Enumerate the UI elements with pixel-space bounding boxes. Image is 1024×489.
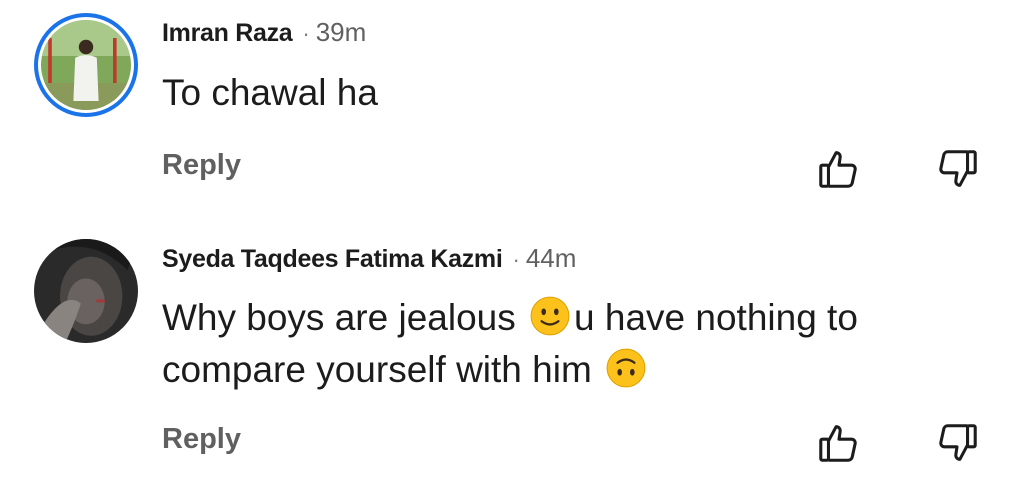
timestamp: 44m xyxy=(525,243,577,273)
comment-text: To chawal ha xyxy=(162,72,378,113)
upside-down-face-icon xyxy=(606,348,646,388)
thumbs-up-outline-icon xyxy=(819,425,857,462)
separator-dot: · xyxy=(512,247,520,272)
timestamp: 39m xyxy=(315,17,367,47)
separator-dot: · xyxy=(302,21,310,46)
like-button[interactable] xyxy=(816,420,862,466)
comment-text: Why boys are jealous u have nothing to c… xyxy=(162,292,982,396)
avatar-photo xyxy=(41,20,131,110)
dislike-button[interactable] xyxy=(934,420,980,466)
like-button[interactable] xyxy=(816,146,862,192)
avatar-syeda-taqdees-fatima-kazmi[interactable] xyxy=(34,239,138,343)
comment-text-part-1: Why boys are jealous xyxy=(162,297,527,338)
reply-button[interactable]: Reply xyxy=(162,149,241,182)
comment-2: Syeda Taqdees Fatima Kazmi · 44m Why boy… xyxy=(0,235,1024,489)
comment-header: Imran Raza · 39m xyxy=(162,17,366,48)
avatar-imran-raza[interactable] xyxy=(34,13,138,117)
author-name[interactable]: Syeda Taqdees Fatima Kazmi xyxy=(162,245,503,274)
comment-header: Syeda Taqdees Fatima Kazmi · 44m xyxy=(162,243,576,274)
thumbs-down-outline-icon xyxy=(939,150,977,187)
dislike-button[interactable] xyxy=(934,146,980,192)
slightly-smiling-face-icon xyxy=(530,296,570,336)
reply-button[interactable]: Reply xyxy=(162,423,241,456)
comment-1: Imran Raza · 39m To chawal ha Reply xyxy=(0,0,1024,235)
avatar-photo xyxy=(34,239,138,343)
author-name[interactable]: Imran Raza xyxy=(162,19,293,48)
thumbs-down-outline-icon xyxy=(939,424,977,461)
thumbs-up-outline-icon xyxy=(819,151,857,188)
